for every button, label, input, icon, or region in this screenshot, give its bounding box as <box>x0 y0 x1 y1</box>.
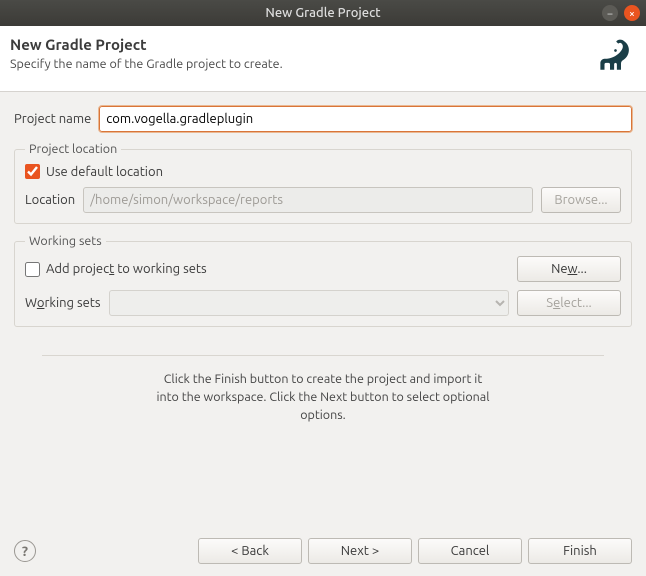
page-title: New Gradle Project <box>10 36 283 53</box>
divider <box>42 355 604 356</box>
gradle-logo-icon <box>588 36 632 79</box>
working-sets-group: Working sets Add project to working sets… <box>14 234 632 327</box>
add-to-working-sets-checkbox[interactable] <box>25 262 40 277</box>
project-location-legend: Project location <box>25 142 121 156</box>
titlebar: New Gradle Project – × <box>0 0 646 26</box>
footer: ? < Back Next > Cancel Finish <box>0 528 646 576</box>
use-default-location-checkbox[interactable] <box>25 164 40 179</box>
back-button[interactable]: < Back <box>198 538 302 564</box>
next-button[interactable]: Next > <box>308 538 412 564</box>
location-label: Location <box>25 193 75 207</box>
select-working-set-button: Select... <box>517 290 621 316</box>
browse-button: Browse... <box>541 187 621 213</box>
location-input <box>83 187 533 213</box>
minimize-button[interactable]: – <box>602 5 618 21</box>
working-sets-legend: Working sets <box>25 234 106 248</box>
project-name-input[interactable] <box>99 106 632 132</box>
use-default-location-label: Use default location <box>46 165 163 179</box>
close-button[interactable]: × <box>624 5 640 21</box>
hint-text: Click the Finish button to create the pr… <box>14 370 632 424</box>
cancel-button[interactable]: Cancel <box>418 538 522 564</box>
add-to-working-sets-label: Add project to working sets <box>46 262 207 276</box>
help-icon[interactable]: ? <box>14 540 36 562</box>
new-working-set-button[interactable]: New... <box>517 256 621 282</box>
window-title: New Gradle Project <box>265 6 380 20</box>
working-sets-combo-label: Working sets <box>25 296 101 310</box>
finish-button[interactable]: Finish <box>528 538 632 564</box>
project-location-group: Project location Use default location Lo… <box>14 142 632 224</box>
project-name-label: Project name <box>14 112 91 126</box>
page-subtitle: Specify the name of the Gradle project t… <box>10 57 283 71</box>
working-sets-combo <box>109 290 509 316</box>
dialog-header: New Gradle Project Specify the name of t… <box>0 26 646 92</box>
